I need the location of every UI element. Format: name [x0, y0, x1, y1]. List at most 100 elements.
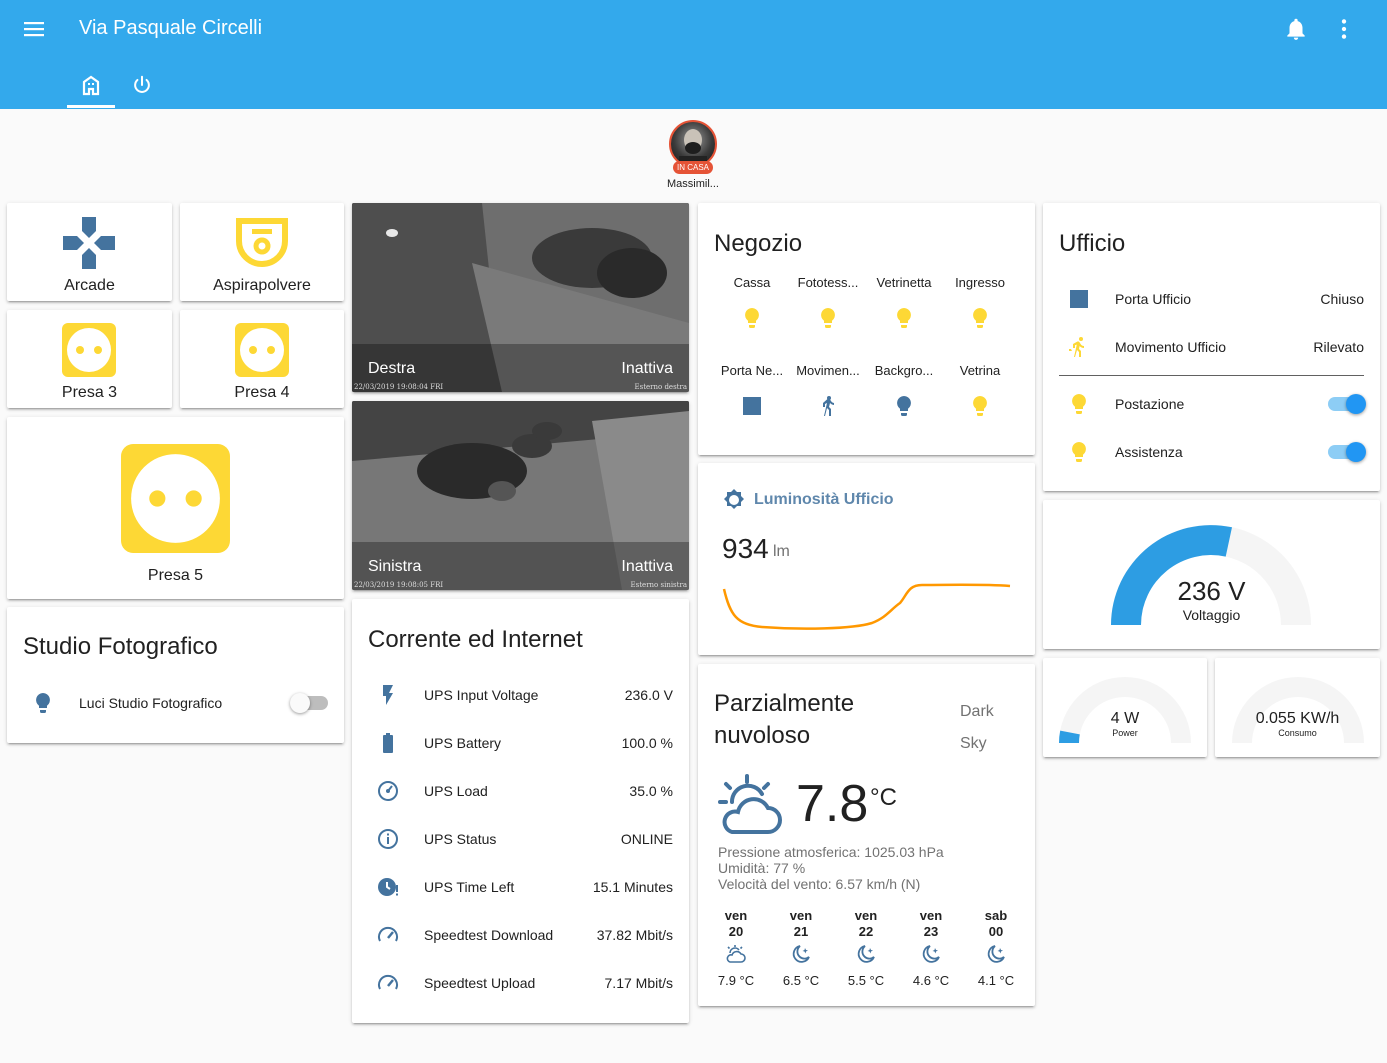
- sensor-row[interactable]: Speedtest Upload 7.17 Mbit/s: [352, 959, 689, 1007]
- sensor-row[interactable]: UPS Time Left 15.1 Minutes: [352, 863, 689, 911]
- flash-icon: [368, 683, 408, 707]
- camera-timestamp: 22/03/2019 19:08:05 FRI: [354, 581, 444, 589]
- sensor-row[interactable]: UPS Status ONLINE: [352, 815, 689, 863]
- arcade-button[interactable]: Arcade: [7, 203, 172, 301]
- entity-name: Vetrinetta: [876, 275, 932, 290]
- consumo-gauge-card[interactable]: 0.055 KW/h Consumo: [1215, 658, 1380, 757]
- luminosita-card[interactable]: Luminosità Ufficio 934 lm: [698, 463, 1035, 655]
- gamepad-icon: [63, 217, 115, 269]
- person-name: Massimil...: [667, 178, 719, 190]
- night-icon: [792, 945, 810, 963]
- camera-state: Inattiva: [621, 558, 673, 575]
- robot-vacuum-icon: [236, 218, 288, 267]
- entity-name: Movimen...: [796, 363, 860, 378]
- presa3-label: Presa 3: [61, 384, 118, 401]
- brightness-icon: [724, 489, 744, 509]
- glance-entity[interactable]: Porta Ne...: [714, 363, 790, 418]
- presa5-button[interactable]: Presa 5: [7, 417, 344, 599]
- lightbulb-icon: [942, 306, 1018, 330]
- sensor-name: UPS Battery: [424, 735, 502, 751]
- entity-name: Luci Studio Fotografico: [79, 695, 223, 711]
- forecast-date: 21: [793, 924, 809, 939]
- light-toggle[interactable]: [1328, 442, 1366, 462]
- aspirapolvere-button[interactable]: Aspirapolvere: [180, 203, 344, 301]
- camera-caption: Destra Inattiva 22/03/2019 19:08:04 FRI …: [352, 344, 689, 392]
- lightbulb-icon: [23, 691, 63, 715]
- lightbulb-icon: [790, 306, 866, 330]
- glance-entity[interactable]: Ingresso: [942, 275, 1018, 330]
- weather-provider: Sky: [960, 735, 987, 752]
- walk-icon: [790, 394, 866, 418]
- entity-name: Movimento Ufficio: [1115, 339, 1227, 355]
- forecast-item: ven 21 6.5 °C: [771, 908, 831, 988]
- forecast-temp: 4.1 °C: [977, 973, 1015, 988]
- bell-icon[interactable]: [1283, 16, 1309, 42]
- presa5-label: Presa 5: [147, 567, 204, 584]
- forecast-day: sab: [984, 908, 1008, 923]
- entity-name: Backgro...: [874, 363, 934, 378]
- glance-entity[interactable]: Backgro...: [866, 363, 942, 418]
- gauge-label: Power: [1112, 728, 1138, 738]
- weather-provider: Dark: [960, 703, 994, 720]
- camera-caption: Sinistra Inattiva 22/03/2019 19:08:05 FR…: [352, 542, 689, 590]
- forecast-day: ven: [919, 908, 943, 923]
- weather-wind: Velocità del vento: 6.57 km/h (N): [718, 876, 921, 892]
- entity-row[interactable]: Movimento Ufficio Rilevato: [1043, 323, 1380, 371]
- voltage-gauge-card[interactable]: 236 V Voltaggio: [1043, 500, 1380, 649]
- forecast-item: ven 23 4.6 °C: [901, 908, 961, 988]
- dots-vertical-icon[interactable]: [1331, 16, 1357, 42]
- entity-row[interactable]: Postazione: [1043, 380, 1380, 428]
- glance-entity[interactable]: Cassa: [714, 275, 790, 330]
- lightbulb-icon: [866, 306, 942, 330]
- light-toggle[interactable]: [290, 693, 328, 713]
- sensor-row[interactable]: UPS Input Voltage 236.0 V: [352, 671, 689, 719]
- night-icon: [987, 945, 1005, 963]
- glance-entity[interactable]: Movimen...: [790, 363, 866, 418]
- forecast-temp: 5.5 °C: [847, 973, 885, 988]
- camera-sinistra[interactable]: Sinistra Inattiva 22/03/2019 19:08:05 FR…: [352, 401, 689, 590]
- gauge-label: Voltaggio: [1182, 607, 1241, 623]
- studio-fotografico-card: Studio Fotografico Luci Studio Fotografi…: [7, 607, 344, 743]
- tab-power[interactable]: [118, 66, 166, 108]
- gauge-icon: [368, 779, 408, 803]
- sensor-value: 100.0 %: [621, 735, 673, 751]
- entity-row[interactable]: Porta Ufficio Chiuso: [1043, 275, 1380, 323]
- glance-entity[interactable]: Vetrina: [942, 363, 1018, 418]
- sensor-row[interactable]: UPS Battery 100.0 %: [352, 719, 689, 767]
- lightbulb-icon: [714, 306, 790, 330]
- tab-home[interactable]: [67, 66, 115, 108]
- light-toggle[interactable]: [1328, 394, 1366, 414]
- forecast-temp: 6.5 °C: [782, 973, 820, 988]
- square-icon: [1059, 287, 1099, 311]
- camera-source: Esterno sinistra: [630, 581, 687, 589]
- power-gauge-card[interactable]: 4 W Power: [1043, 658, 1207, 757]
- lightbulb-icon: [1059, 440, 1099, 464]
- entity-name: Ingresso: [955, 275, 1005, 290]
- sensor-row[interactable]: UPS Load 35.0 %: [352, 767, 689, 815]
- presa3-button[interactable]: Presa 3: [7, 310, 172, 408]
- glance-entity[interactable]: Fototess...: [790, 275, 866, 330]
- home-icon: [82, 75, 100, 96]
- person-badge[interactable]: IN CASA Massimil...: [655, 120, 731, 192]
- app-title: Via Pasquale Circelli: [79, 17, 263, 39]
- entity-row[interactable]: Luci Studio Fotografico: [7, 679, 344, 727]
- entity-name: Postazione: [1115, 396, 1185, 412]
- sensor-name: Speedtest Download: [424, 927, 554, 943]
- camera-destra[interactable]: Destra Inattiva 22/03/2019 19:08:04 FRI …: [352, 203, 689, 392]
- menu-icon[interactable]: [22, 18, 48, 40]
- forecast-day: ven: [789, 908, 813, 923]
- sensor-row[interactable]: Speedtest Download 37.82 Mbit/s: [352, 911, 689, 959]
- square-icon: [714, 394, 790, 418]
- presa4-button[interactable]: Presa 4: [180, 310, 344, 408]
- entity-row[interactable]: Assistenza: [1043, 428, 1380, 476]
- glance-entity[interactable]: Vetrinetta: [866, 275, 942, 330]
- sensor-name: UPS Status: [424, 831, 497, 847]
- power-icon: [134, 75, 150, 93]
- camera-name: Destra: [368, 360, 416, 377]
- weather-card[interactable]: Parzialmente nuvoloso Dark Sky 7.8 °C Pr…: [698, 664, 1035, 1006]
- forecast-date: 20: [728, 924, 744, 939]
- forecast-date: 22: [858, 924, 874, 939]
- sensor-name: UPS Input Voltage: [424, 687, 539, 703]
- entity-state: Chiuso: [1320, 291, 1364, 307]
- card-title: Negozio: [714, 230, 803, 257]
